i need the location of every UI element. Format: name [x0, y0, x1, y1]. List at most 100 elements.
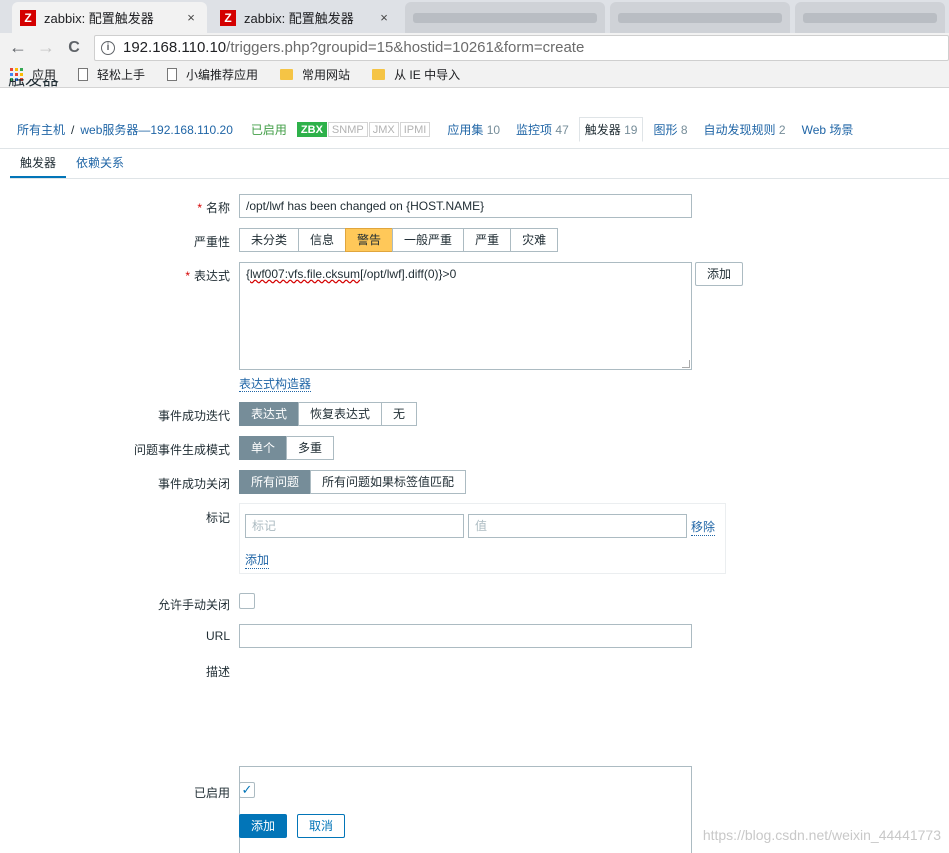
mode-single[interactable]: 单个 [239, 436, 288, 460]
browser-tab[interactable]: Z zabbix: 配置触发器 × [212, 2, 400, 33]
name-label-text: 名称 [205, 201, 230, 215]
enabled-label: 已启用 [193, 786, 230, 800]
nav-applications[interactable]: 应用集 10 [447, 121, 500, 138]
severity-radiogroup: 未分类 信息 警告 一般严重 严重 灾难 [239, 228, 559, 252]
form-tabs: 触发器 依赖关系 [10, 149, 134, 179]
nav-graphs[interactable]: 图形 8 [653, 121, 687, 138]
browser-tab-active[interactable]: Z zabbix: 配置触发器 × [12, 2, 207, 33]
browser-tab-blurred[interactable] [405, 2, 605, 33]
host-status-enabled[interactable]: 已启用 [251, 121, 287, 138]
mode-multiple[interactable]: 多重 [286, 436, 335, 460]
expression-textarea[interactable]: {lwf007:vfs.file.cksum[/opt/lwf].diff(0)… [239, 262, 692, 370]
nav-items-link[interactable]: 监控项 [516, 123, 552, 137]
nav-discovery-link[interactable]: 自动发现规则 [704, 123, 776, 137]
nav-triggers[interactable]: 触发器 19 [578, 117, 644, 142]
severity-average[interactable]: 一般严重 [392, 228, 465, 252]
severity-warning[interactable]: 警告 [345, 228, 394, 252]
severity-information[interactable]: 信息 [298, 228, 347, 252]
address-bar[interactable]: i 192.168.110.10/triggers.php?groupid=15… [94, 34, 949, 61]
nav-items[interactable]: 监控项 47 [516, 121, 569, 138]
bookmark-item[interactable]: 轻松上手 [78, 66, 145, 83]
nav-applications-link[interactable]: 应用集 [447, 123, 483, 137]
blurred-title [413, 12, 597, 23]
ok-event-recovery-expression[interactable]: 恢复表达式 [298, 402, 383, 426]
tag-name-input[interactable]: 标记 [245, 514, 464, 538]
nav-count: 2 [778, 123, 786, 137]
tab-close-icon[interactable]: × [183, 10, 199, 25]
blurred-title [618, 12, 782, 23]
url-input[interactable] [239, 624, 692, 648]
ok-event-none[interactable]: 无 [381, 402, 418, 426]
expression-builder-wrap: 表达式构造器 [239, 375, 312, 392]
ok-event-label: 事件成功迭代 [157, 409, 230, 423]
close-label: 事件成功关闭 [157, 477, 230, 491]
watermark: https://blog.csdn.net/weixin_44441773 [702, 827, 941, 843]
cancel-button[interactable]: 取消 [297, 814, 346, 838]
page-icon [78, 68, 89, 81]
description-textarea[interactable] [239, 766, 692, 853]
tag-add-link[interactable]: 添加 [245, 551, 270, 569]
nav-web[interactable]: Web 场景 [802, 121, 854, 138]
breadcrumb-all-hosts[interactable]: 所有主机 [17, 121, 65, 138]
page-icon [167, 68, 178, 81]
severity-label: 严重性 [193, 235, 230, 249]
checkmark-icon: ✓ [241, 782, 253, 797]
blurred-title [803, 12, 937, 23]
bookmark-label: 常用网站 [302, 68, 351, 82]
ok-event-radiogroup: 表达式 恢复表达式 无 [239, 402, 418, 426]
resize-grip-icon[interactable] [682, 360, 690, 368]
manual-close-label: 允许手动关闭 [157, 598, 230, 612]
browser-tab-blurred[interactable] [610, 2, 790, 33]
nav-count: 47 [555, 123, 569, 137]
bookmark-item[interactable]: 小编推荐应用 [167, 66, 258, 83]
mode-label: 问题事件生成模式 [133, 443, 230, 457]
bookmark-label: 小编推荐应用 [186, 68, 259, 82]
browser-navbar: ← → C i 192.168.110.10/triggers.php?grou… [0, 33, 949, 62]
host-navigation: 所有主机 / web服务器—192.168.110.20 已启用 ZBX SNM… [0, 111, 949, 149]
expression-add-button[interactable]: 添加 [695, 262, 744, 286]
tab-title: zabbix: 配置触发器 [44, 11, 154, 26]
browser-tab-blurred[interactable] [795, 2, 945, 33]
tab-trigger[interactable]: 触发器 [10, 149, 67, 179]
zabbix-favicon-icon: Z [220, 9, 236, 26]
mode-radiogroup: 单个 多重 [239, 436, 335, 460]
name-input[interactable]: /opt/lwf has been changed on {HOST.NAME} [239, 194, 692, 218]
add-button[interactable]: 添加 [239, 814, 288, 838]
nav-count: 10 [486, 123, 501, 137]
tag-value-input[interactable]: 值 [468, 514, 687, 538]
tab-dependencies[interactable]: 依赖关系 [66, 149, 134, 179]
reload-icon[interactable]: C [60, 39, 88, 57]
back-arrow-icon[interactable]: ← [4, 37, 32, 58]
nav-count: 19 [624, 123, 638, 137]
info-icon[interactable]: i [101, 40, 115, 55]
breadcrumb-separator: / [71, 122, 75, 137]
nav-discovery[interactable]: 自动发现规则 2 [704, 121, 786, 138]
bookmark-folder[interactable]: 常用网站 [280, 66, 350, 83]
close-all-problems[interactable]: 所有问题 [239, 470, 312, 494]
availability-snmp: SNMP [327, 122, 368, 137]
severity-disaster[interactable]: 灾难 [510, 228, 559, 252]
close-tag-match[interactable]: 所有问题如果标签值匹配 [310, 470, 467, 494]
forward-arrow-icon[interactable]: → [32, 37, 60, 58]
availability-jmx: JMX [368, 122, 399, 137]
severity-not-classified[interactable]: 未分类 [239, 228, 300, 252]
tab-close-icon[interactable]: × [376, 10, 392, 25]
nav-triggers-link[interactable]: 触发器 [585, 123, 621, 137]
expression-builder-link[interactable]: 表达式构造器 [239, 377, 312, 392]
enabled-checkbox[interactable]: ✓ [239, 782, 255, 798]
tag-remove-link[interactable]: 移除 [691, 518, 716, 536]
nav-web-link[interactable]: Web 场景 [802, 123, 854, 137]
trigger-form: * 名称 /opt/lwf has been changed on {HOST.N… [0, 179, 949, 853]
breadcrumb-host[interactable]: web服务器—192.168.110.20 [80, 121, 233, 138]
ok-event-expression[interactable]: 表达式 [239, 402, 300, 426]
bookmark-label: 轻松上手 [97, 68, 146, 82]
expression-label-text: 表达式 [193, 269, 230, 283]
severity-high[interactable]: 严重 [463, 228, 512, 252]
manual-close-checkbox[interactable] [239, 593, 255, 609]
bookmark-folder[interactable]: 从 IE 中导入 [372, 66, 460, 83]
url-host: 192.168.110.10 [123, 39, 227, 56]
nav-graphs-link[interactable]: 图形 [653, 123, 677, 137]
availability-ipmi: IPMI [399, 122, 431, 137]
tags-container: 标记 值 移除 添加 [239, 503, 726, 574]
zabbix-favicon-icon: Z [20, 9, 36, 26]
